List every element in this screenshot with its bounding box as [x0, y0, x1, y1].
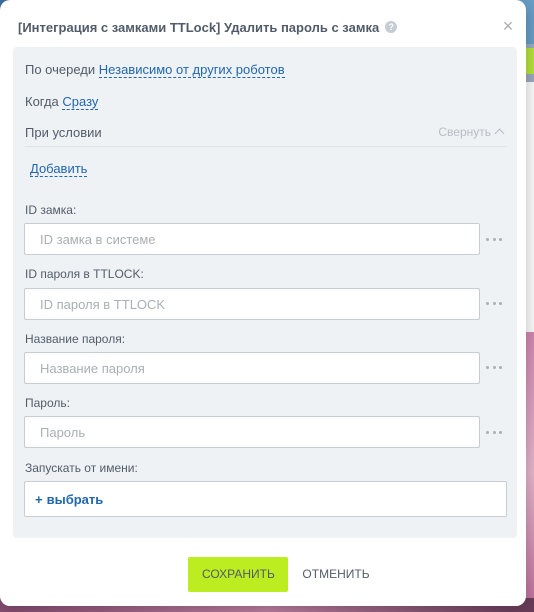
- queue-row: По очереди Независимо от других роботов: [25, 62, 285, 78]
- robot-settings-dialog: [Интеграция с замками TTLock] Удалить па…: [0, 0, 526, 606]
- dialog-body: По очереди Независимо от других роботов …: [13, 47, 517, 538]
- dialog-title: [Интеграция с замками TTLock] Удалить па…: [18, 19, 380, 35]
- collapse-button[interactable]: Свернуть: [438, 125, 505, 139]
- when-value-link[interactable]: Сразу: [62, 94, 99, 110]
- password-id-more-icon[interactable]: [486, 298, 502, 308]
- lock-id-more-icon[interactable]: [486, 234, 502, 244]
- password-more-icon[interactable]: [486, 427, 502, 437]
- cancel-button[interactable]: ОТМЕНИТЬ: [300, 557, 371, 592]
- lock-id-label: ID замка:: [25, 203, 77, 217]
- password-label: Пароль:: [25, 396, 70, 410]
- save-button[interactable]: СОХРАНИТЬ: [188, 556, 289, 592]
- add-condition-link[interactable]: Добавить: [30, 161, 88, 177]
- dialog-header: [Интеграция с замками TTLock] Удалить па…: [18, 17, 513, 37]
- queue-value-link[interactable]: Независимо от других роботов: [98, 62, 285, 78]
- when-label: Когда: [25, 94, 59, 109]
- password-name-input[interactable]: [24, 352, 480, 384]
- run-as-selector[interactable]: + выбрать: [24, 481, 507, 517]
- run-as-select-label: выбрать: [46, 491, 104, 507]
- password-name-label: Название пароля:: [25, 332, 126, 346]
- plus-icon: +: [35, 491, 43, 507]
- password-id-input[interactable]: [24, 288, 480, 320]
- chevron-up-icon: [494, 128, 505, 139]
- collapse-label: Свернуть: [438, 125, 491, 139]
- condition-divider: [25, 146, 507, 147]
- when-row: Когда Сразу: [25, 94, 99, 110]
- queue-label: По очереди: [25, 62, 96, 77]
- condition-label: При условии: [25, 125, 102, 140]
- password-input[interactable]: [24, 416, 480, 448]
- dialog-footer: СОХРАНИТЬ ОТМЕНИТЬ: [0, 556, 526, 592]
- password-name-more-icon[interactable]: [486, 362, 502, 372]
- close-icon[interactable]: ×: [500, 17, 516, 35]
- lock-id-input[interactable]: [24, 223, 480, 255]
- run-as-label: Запускать от имени:: [25, 461, 138, 475]
- help-icon[interactable]: ?: [385, 21, 398, 33]
- password-id-label: ID пароля в TTLOCK:: [25, 267, 144, 281]
